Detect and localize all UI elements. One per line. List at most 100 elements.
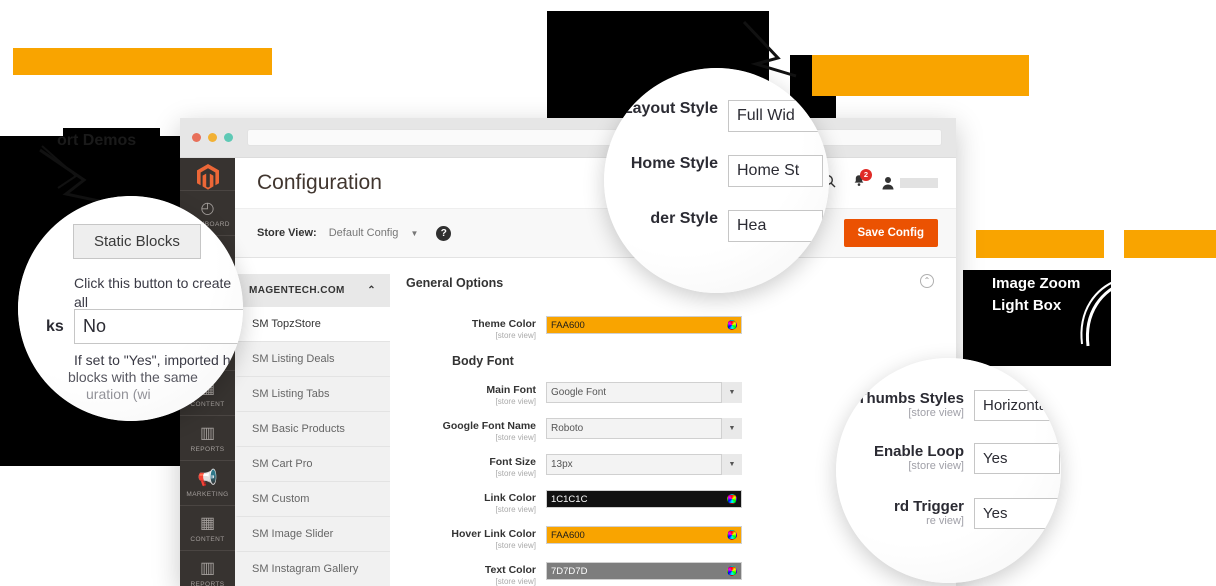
- field-label: Link Color [store view]: [406, 490, 546, 514]
- sidebar-item-sm-listing-deals[interactable]: SM Listing Deals: [235, 342, 390, 377]
- lens-input-value: Horizontal: [983, 397, 1051, 414]
- lens-input-home-style[interactable]: Home St: [728, 155, 823, 187]
- field-label: Main Font [store view]: [406, 382, 546, 406]
- field-label-text: Text Color: [484, 564, 536, 576]
- rail-item-marketing-3[interactable]: 📢 MARKETING: [180, 461, 235, 506]
- sidebar-item-sm-image-slider[interactable]: SM Image Slider: [235, 517, 390, 552]
- sidebar-item-sm-topzstore[interactable]: SM TopzStore: [235, 307, 390, 342]
- field-label-text: Hover Link Color: [451, 528, 536, 540]
- lens-label-text: der Style: [650, 210, 718, 227]
- google-font-name-select[interactable]: Roboto: [546, 418, 742, 439]
- rail-item-reports-2[interactable]: ▥ REPORTS: [180, 551, 235, 586]
- sidebar-item-label: SM Basic Products: [252, 423, 345, 435]
- static-blocks-button[interactable]: Static Blocks: [73, 224, 201, 259]
- import-blocks-select[interactable]: No: [74, 309, 243, 344]
- decor-orange-bar-right: [812, 55, 1029, 96]
- rail-item-reports-1[interactable]: ▥ REPORTS: [180, 416, 235, 461]
- rail-label: MARKETING: [186, 491, 229, 498]
- user-menu[interactable]: [882, 176, 938, 190]
- address-bar[interactable]: [247, 129, 942, 146]
- maximize-dot[interactable]: [224, 133, 233, 142]
- field-control[interactable]: Roboto ▼: [546, 418, 742, 439]
- field-scope-text: [store view]: [495, 577, 536, 586]
- link-color-input[interactable]: 1C1C1C: [546, 490, 742, 508]
- config-group-header[interactable]: MAGENTECH.COM ⌃: [235, 274, 390, 307]
- lens-input-layout-style[interactable]: Full Wid: [728, 100, 823, 132]
- lens-input-enable-loop[interactable]: Yes: [974, 443, 1060, 474]
- field-label-text: Theme Color: [471, 318, 536, 330]
- lens-label-text: Layout Style: [622, 100, 718, 117]
- store-view-value[interactable]: Default Config: [329, 227, 399, 239]
- lens-row-layout-style: Layout Style Full Wid: [608, 100, 823, 132]
- store-view-selector[interactable]: Store View: Default Config ▼ ?: [257, 225, 452, 241]
- marketing-icon: 📢: [197, 470, 218, 487]
- select-value: 13px: [551, 459, 573, 470]
- sidebar-item-sm-listing-tabs[interactable]: SM Listing Tabs: [235, 377, 390, 412]
- chevron-down-icon[interactable]: ▼: [410, 229, 418, 238]
- sidebar-item-label: SM Image Slider: [252, 528, 334, 540]
- theme-color-input[interactable]: FAA600: [546, 316, 742, 334]
- field-control[interactable]: 1C1C1C: [546, 490, 742, 508]
- rail-item-content-2[interactable]: ▦ CONTENT: [180, 506, 235, 551]
- sidebar-item-label: SM Listing Deals: [252, 353, 335, 365]
- chevron-up-icon[interactable]: ⌃: [920, 274, 934, 288]
- static-blocks-help-text: Click this button to create all: [74, 275, 232, 310]
- browser-window: ◴ DASHBOARD 🛒 SALES 📣 MARKETING ▤ MARKET…: [180, 118, 956, 586]
- color-picker-icon[interactable]: [727, 320, 737, 330]
- sidebar-item-sm-custom[interactable]: SM Custom: [235, 482, 390, 517]
- color-picker-icon[interactable]: [727, 566, 737, 576]
- close-dot[interactable]: [192, 133, 201, 142]
- help-icon[interactable]: ?: [436, 225, 452, 241]
- image-zoom-label: Image Zoom: [992, 275, 1081, 292]
- hover-link-color-input[interactable]: FAA600: [546, 526, 742, 544]
- field-control[interactable]: FAA600: [546, 316, 742, 334]
- field-label-text: Main Font: [486, 384, 536, 396]
- window-controls[interactable]: [192, 133, 233, 142]
- field-control[interactable]: FAA600: [546, 526, 742, 544]
- chevron-down-icon[interactable]: ▼: [721, 418, 742, 439]
- browser-chrome: [180, 118, 956, 158]
- rail-label: CONTENT: [190, 536, 225, 543]
- font-size-select[interactable]: 13px: [546, 454, 742, 475]
- field-control[interactable]: Google Font ▼: [546, 382, 742, 403]
- field-label-text: Google Font Name: [442, 420, 536, 432]
- field-scope-text: [store view]: [495, 505, 536, 514]
- chevron-up-icon[interactable]: ⌃: [367, 285, 376, 296]
- text-color-input[interactable]: 7D7D7D: [546, 562, 742, 580]
- color-picker-icon[interactable]: [727, 530, 737, 540]
- sidebar-item-sm-instagram-gallery[interactable]: SM Instagram Gallery: [235, 552, 390, 586]
- screenshot-stage: ort Demos Image Zoom Light Box ◴ DASHBOA…: [0, 0, 1216, 586]
- field-row-theme-color: Theme Color [store view] FAA600: [406, 316, 936, 340]
- field-label-text: Link Color: [484, 492, 536, 504]
- page-title: Configuration: [257, 171, 382, 194]
- lens-input-value: Yes: [983, 505, 1008, 522]
- lens-input-keyboard-trigger[interactable]: Yes: [974, 498, 1060, 529]
- sidebar-item-sm-cart-pro[interactable]: SM Cart Pro: [235, 447, 390, 482]
- field-scope-text: [store view]: [495, 331, 536, 340]
- content-icon: ▦: [199, 515, 216, 532]
- sidebar-item-label: SM TopzStore: [252, 318, 321, 330]
- save-config-button[interactable]: Save Config: [843, 219, 938, 247]
- lens-row-keyboard-trigger: rd Trigger re view] Yes: [842, 498, 1060, 529]
- color-picker-icon[interactable]: [727, 494, 737, 504]
- lens-partial-label: ks: [46, 318, 64, 335]
- user-name-blurred: [900, 178, 938, 188]
- notification-bell-icon[interactable]: 2: [852, 168, 872, 193]
- config-section-list: MAGENTECH.COM ⌃ SM TopzStore SM Listing …: [235, 258, 390, 586]
- color-value: FAA600: [551, 319, 585, 331]
- lens-row-header-style: der Style Hea: [608, 210, 823, 242]
- decor-orange-bar-mid: [976, 230, 1104, 258]
- lens-label-text: Enable Loop: [874, 443, 964, 460]
- field-control[interactable]: 7D7D7D: [546, 562, 742, 580]
- field-control[interactable]: 13px ▼: [546, 454, 742, 475]
- field-label: Font Size [store view]: [406, 454, 546, 478]
- chevron-down-icon[interactable]: ▼: [721, 382, 742, 403]
- chevron-down-icon[interactable]: ▼: [721, 454, 742, 475]
- main-font-select[interactable]: Google Font: [546, 382, 742, 403]
- minimize-dot[interactable]: [208, 133, 217, 142]
- sidebar-item-sm-basic-products[interactable]: SM Basic Products: [235, 412, 390, 447]
- decor-orange-bar-far: [1124, 230, 1216, 258]
- lens-input-thumbs-styles[interactable]: Horizontal: [974, 390, 1060, 421]
- magento-logo[interactable]: [180, 164, 235, 191]
- lens-input-header-style[interactable]: Hea: [728, 210, 823, 242]
